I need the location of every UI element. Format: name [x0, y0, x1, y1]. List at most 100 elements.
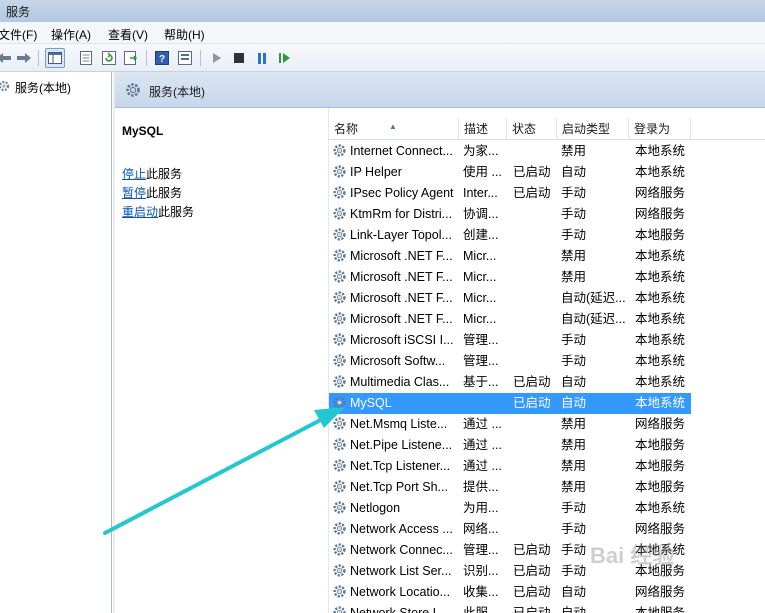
- stop-link[interactable]: 停止: [122, 167, 146, 181]
- service-gear-icon: [332, 416, 348, 433]
- table-row[interactable]: Network Store I... 此服... 已启动 自动 本地服务: [329, 603, 691, 613]
- column-header-logon-as[interactable]: 登录为: [629, 118, 691, 140]
- stop-service-icon[interactable]: [229, 48, 249, 68]
- service-logon-cell: 本地系统: [635, 375, 686, 389]
- service-name-cell: MySQL: [350, 396, 392, 410]
- table-row[interactable]: MySQL 已启动 自动 本地系统: [329, 393, 691, 414]
- menu-action[interactable]: 操作(A): [51, 26, 91, 43]
- gear-icon: [0, 79, 12, 96]
- service-name-cell: Microsoft Softw...: [350, 354, 446, 368]
- service-description-cell: [463, 393, 509, 414]
- service-gear-icon: [332, 521, 348, 538]
- service-description-cell: 识别...: [463, 564, 499, 578]
- service-logon-cell: 本地系统: [635, 165, 686, 179]
- service-gear-icon: [332, 290, 348, 307]
- table-row[interactable]: Microsoft .NET F... Micr... 禁用 本地系统: [329, 267, 691, 288]
- service-status-cell: 已启动: [513, 564, 551, 578]
- properties-icon[interactable]: [76, 48, 96, 68]
- table-row[interactable]: Microsoft iSCSI I... 管理... 手动 本地系统: [329, 330, 691, 351]
- forward-icon[interactable]: [14, 48, 34, 68]
- table-row[interactable]: IPsec Policy Agent Inter... 已启动 手动 网络服务: [329, 183, 691, 204]
- service-gear-icon: [332, 437, 348, 454]
- restart-service-icon[interactable]: [275, 48, 295, 68]
- pause-service-icon[interactable]: [252, 48, 272, 68]
- service-description-cell: 管理...: [463, 543, 499, 557]
- table-row[interactable]: Link-Layer Topol... 创建... 手动 本地服务: [329, 225, 691, 246]
- start-service-icon[interactable]: [207, 48, 227, 68]
- table-row[interactable]: Net.Pipe Listene... 通过 ... 禁用 本地服务: [329, 435, 691, 456]
- table-row[interactable]: Microsoft .NET F... Micr... 自动(延迟... 本地系统: [329, 288, 691, 309]
- export-list-icon[interactable]: [121, 48, 141, 68]
- service-status-cell: [513, 498, 559, 519]
- service-gear-icon: [332, 164, 348, 181]
- restart-service-action: 重启动此服务: [122, 203, 194, 220]
- column-header-name[interactable]: 名称 ▲: [329, 118, 459, 140]
- service-startup-type-cell: 自动: [561, 585, 587, 599]
- service-startup-type-cell: 禁用: [561, 144, 587, 158]
- table-row[interactable]: Multimedia Clas... 基于... 已启动 自动 本地系统: [329, 372, 691, 393]
- service-logon-cell: 本地服务: [635, 606, 686, 613]
- table-row[interactable]: Netlogon 为用... 手动 本地系统: [329, 498, 691, 519]
- panel-title: 服务(本地): [149, 85, 205, 99]
- service-logon-cell: 网络服务: [635, 186, 686, 200]
- service-status-cell: 已启动: [513, 396, 551, 410]
- service-gear-icon: [332, 332, 348, 349]
- menu-help[interactable]: 帮助(H): [164, 26, 205, 43]
- back-icon[interactable]: [0, 48, 14, 68]
- table-row[interactable]: Net.Msmq Liste... 通过 ... 禁用 网络服务: [329, 414, 691, 435]
- menu-file[interactable]: 文件(F): [0, 26, 37, 43]
- service-description-cell: 创建...: [463, 228, 499, 242]
- show-hide-tree-icon[interactable]: [45, 48, 65, 68]
- service-startup-type-cell: 自动: [561, 165, 587, 179]
- refresh-icon[interactable]: [99, 48, 119, 68]
- table-row[interactable]: Net.Tcp Port Sh... 提供... 禁用 本地服务: [329, 477, 691, 498]
- service-description-cell: 使用 ...: [463, 165, 502, 179]
- action-suffix: 此服务: [146, 186, 183, 200]
- column-header-description[interactable]: 描述: [459, 118, 507, 140]
- table-row[interactable]: Network Locatio... 收集... 已启动 自动 网络服务: [329, 582, 691, 603]
- help-icon[interactable]: ?: [152, 48, 172, 68]
- service-logon-cell: 本地系统: [635, 501, 686, 515]
- table-row[interactable]: Microsoft Softw... 管理... 手动 本地系统: [329, 351, 691, 372]
- table-row[interactable]: IP Helper 使用 ... 已启动 自动 本地系统: [329, 162, 691, 183]
- table-row[interactable]: Internet Connect... 为家... 禁用 本地系统: [329, 141, 691, 162]
- service-status-cell: 已启动: [513, 375, 551, 389]
- service-gear-icon: [332, 584, 348, 601]
- table-row[interactable]: Microsoft .NET F... Micr... 禁用 本地系统: [329, 246, 691, 267]
- service-logon-cell: 本地系统: [635, 249, 686, 263]
- service-name-cell: Network Connec...: [350, 543, 453, 557]
- table-row[interactable]: Net.Tcp Listener... 通过 ... 禁用 本地服务: [329, 456, 691, 477]
- service-name-cell: Network Store I...: [350, 606, 447, 613]
- table-row[interactable]: KtmRm for Distri... 协调... 手动 网络服务: [329, 204, 691, 225]
- service-gear-icon: [332, 542, 348, 559]
- table-row[interactable]: Microsoft .NET F... Micr... 自动(延迟... 本地系统: [329, 309, 691, 330]
- service-status-cell: [513, 225, 559, 246]
- service-gear-icon: [332, 311, 348, 328]
- service-logon-cell: 本地服务: [635, 228, 686, 242]
- detail-view-icon[interactable]: [175, 48, 195, 68]
- service-logon-cell: 本地系统: [635, 312, 686, 326]
- gear-icon: [125, 82, 141, 101]
- service-name-cell: Net.Tcp Listener...: [350, 459, 451, 473]
- restart-link[interactable]: 重启动: [122, 205, 158, 219]
- menu-view[interactable]: 查看(V): [108, 26, 148, 43]
- column-header-status[interactable]: 状态: [507, 118, 557, 140]
- pause-link[interactable]: 暂停: [122, 186, 146, 200]
- service-description-cell: 管理...: [463, 354, 499, 368]
- table-row[interactable]: Network Access ... 网络... 手动 网络服务: [329, 519, 691, 540]
- watermark: Bai 经验: [590, 543, 675, 568]
- service-status-cell: [513, 519, 559, 540]
- service-gear-icon: [332, 605, 348, 613]
- service-logon-cell: 本地服务: [635, 480, 686, 494]
- service-startup-type-cell: 自动(延迟...: [561, 291, 626, 305]
- tree-item-services-local[interactable]: 服务(本地): [0, 78, 71, 96]
- service-gear-icon: [332, 227, 348, 244]
- column-header-startup-type[interactable]: 启动类型: [557, 118, 629, 140]
- tree-item-label: 服务(本地): [15, 80, 71, 95]
- service-logon-cell: 本地系统: [635, 354, 686, 368]
- window-title: 服务: [6, 5, 31, 19]
- service-name-cell: IP Helper: [350, 165, 402, 179]
- service-startup-type-cell: 自动: [561, 606, 587, 613]
- service-status-cell: 已启动: [513, 543, 551, 557]
- service-name-cell: Link-Layer Topol...: [350, 228, 452, 242]
